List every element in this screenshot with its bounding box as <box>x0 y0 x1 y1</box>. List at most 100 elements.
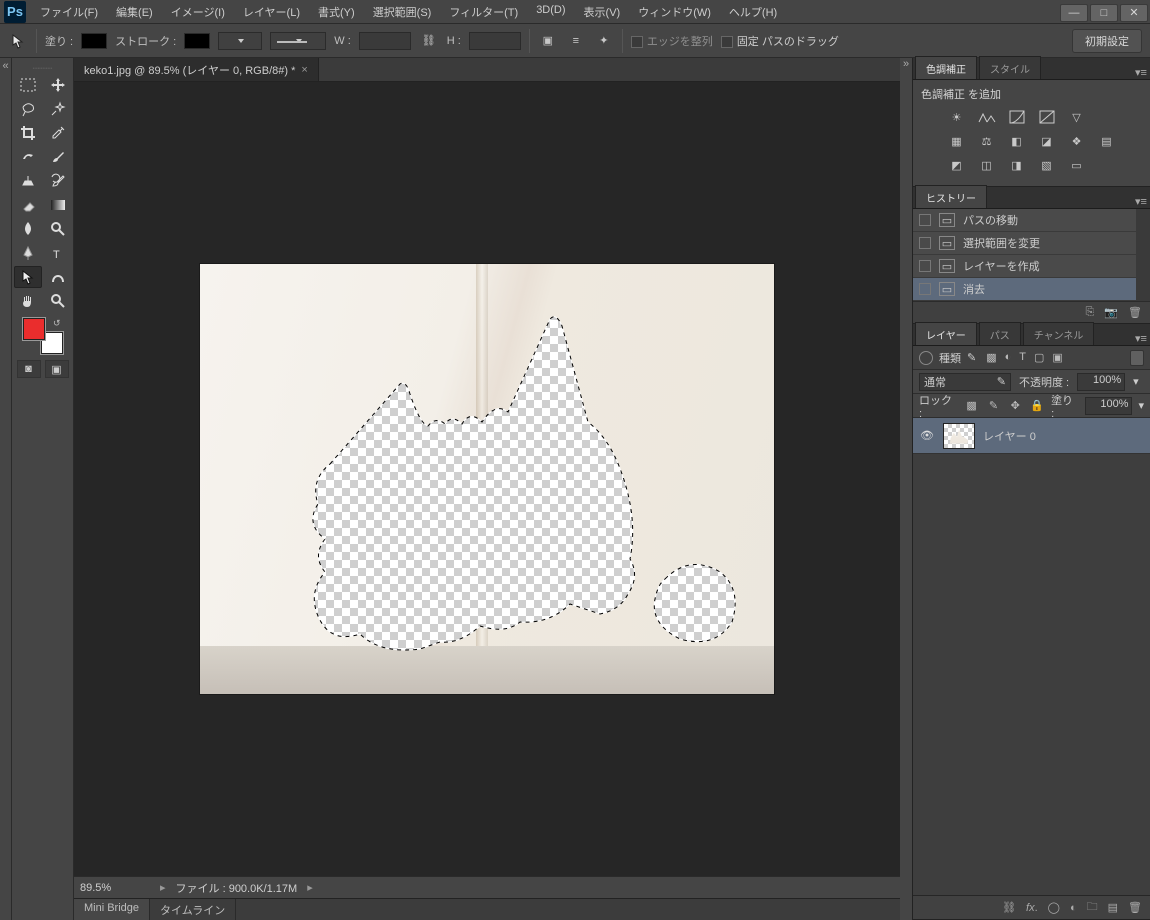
history-item[interactable]: ▭消去 <box>913 278 1136 301</box>
filter-shape-icon[interactable]: ▢ <box>1034 351 1044 364</box>
path-arrange-icon[interactable]: ✦ <box>594 31 614 51</box>
adj-gradient-map-icon[interactable]: ▭ <box>1066 156 1088 174</box>
history-scrollbar[interactable] <box>1136 209 1150 301</box>
menu-3d[interactable]: 3D(D) <box>528 1 573 23</box>
adj-posterize-icon[interactable]: ◫ <box>976 156 998 174</box>
blend-mode-select[interactable]: 通常✎ <box>919 373 1011 391</box>
tab-adjustments[interactable]: 色調補正 <box>915 56 977 79</box>
panel-menu-icon[interactable]: ▾≡ <box>1132 195 1150 208</box>
tool-dodge[interactable] <box>44 218 72 240</box>
filter-adjust-icon[interactable]: ◐ <box>1005 351 1012 364</box>
tool-shape[interactable] <box>44 266 72 288</box>
menu-layer[interactable]: レイヤー(L) <box>235 1 308 23</box>
panel-menu-icon[interactable]: ▾≡ <box>1132 332 1150 345</box>
history-new-doc-icon[interactable]: ⎘ <box>1086 306 1095 319</box>
tab-layers[interactable]: レイヤー <box>915 322 977 345</box>
lock-pixels-icon[interactable]: ✎ <box>986 398 1002 414</box>
adj-vibrance-icon[interactable]: ▽ <box>1066 108 1088 126</box>
new-group-icon[interactable]: 🗀 <box>1087 898 1098 917</box>
adj-threshold-icon[interactable]: ◨ <box>1006 156 1028 174</box>
link-wh-icon[interactable]: ⛓ <box>419 31 439 51</box>
tool-path-selection[interactable] <box>14 266 42 288</box>
lock-transparency-icon[interactable]: ▩ <box>964 398 980 414</box>
history-delete-icon[interactable]: 🗑 <box>1128 306 1142 319</box>
tool-blur[interactable] <box>14 218 42 240</box>
layer-filter-type-select[interactable]: 種類✎ <box>939 350 976 366</box>
tool-hand[interactable] <box>14 290 42 312</box>
foreground-color-swatch[interactable] <box>23 318 45 340</box>
tool-magic-wand[interactable] <box>44 98 72 120</box>
status-zoom-menu-icon[interactable]: ▸ <box>160 881 166 894</box>
adj-brightness-icon[interactable]: ☀ <box>946 108 968 126</box>
screen-mode-button[interactable]: ▣ <box>45 360 69 378</box>
adj-hue-sat-icon[interactable]: ▦ <box>946 132 968 150</box>
layer-name[interactable]: レイヤー 0 <box>983 428 1036 444</box>
tab-paths[interactable]: パス <box>979 322 1021 345</box>
menu-help[interactable]: ヘルプ(H) <box>721 1 785 23</box>
tool-crop[interactable] <box>14 122 42 144</box>
menu-select[interactable]: 選択範囲(S) <box>365 1 440 23</box>
path-ops-overlap-icon[interactable]: ▣ <box>538 31 558 51</box>
adj-exposure-icon[interactable] <box>1036 108 1058 126</box>
history-item[interactable]: ▭パスの移動 <box>913 209 1136 232</box>
history-item[interactable]: ▭レイヤーを作成 <box>913 255 1136 278</box>
status-info-menu-icon[interactable]: ▸ <box>307 881 313 894</box>
layer-thumbnail[interactable] <box>943 423 975 449</box>
tool-zoom[interactable] <box>44 290 72 312</box>
path-align-icon[interactable]: ≡ <box>566 31 586 51</box>
panel-menu-icon[interactable]: ▾≡ <box>1132 66 1150 79</box>
swap-colors-icon[interactable]: ↺ <box>53 318 61 329</box>
delete-layer-icon[interactable]: 🗑 <box>1128 901 1142 914</box>
link-layers-icon[interactable]: ⛓ <box>1002 901 1016 914</box>
expand-panels-arrow-icon[interactable]: » <box>900 58 912 76</box>
canvas[interactable] <box>200 264 774 694</box>
filter-type-icon[interactable]: T <box>1019 351 1026 364</box>
shape-width-input[interactable] <box>359 32 411 50</box>
stroke-width-dropdown[interactable] <box>218 32 262 50</box>
tab-mini-bridge[interactable]: Mini Bridge <box>74 899 150 920</box>
align-edges-checkbox[interactable]: エッジを整列 <box>631 33 713 49</box>
constrain-path-drag-checkbox[interactable]: 固定 パスのドラッグ <box>721 33 839 49</box>
tab-timeline[interactable]: タイムライン <box>150 899 236 920</box>
status-zoom[interactable]: 89.5% <box>80 882 150 894</box>
tool-clone-stamp[interactable] <box>14 170 42 192</box>
adj-photo-filter-icon[interactable]: ◪ <box>1036 132 1058 150</box>
adj-color-balance-icon[interactable]: ⚖ <box>976 132 998 150</box>
layer-filter-toggle[interactable] <box>1130 350 1144 366</box>
adj-color-lookup-icon[interactable]: ▤ <box>1096 132 1118 150</box>
menu-file[interactable]: ファイル(F) <box>32 1 106 23</box>
tool-brush[interactable] <box>44 146 72 168</box>
collapse-toolbox-arrow-icon[interactable]: « <box>0 60 11 78</box>
window-close-button[interactable]: ✕ <box>1120 4 1148 22</box>
history-snapshot-icon[interactable]: 📷 <box>1104 306 1118 319</box>
fill-swatch[interactable] <box>81 33 107 49</box>
document-tab-close-icon[interactable]: × <box>301 64 307 76</box>
toolbox-grip[interactable]: ┈┈┈ <box>14 62 71 74</box>
tab-styles[interactable]: スタイル <box>979 56 1041 79</box>
tool-eyedropper[interactable] <box>44 122 72 144</box>
canvas-viewport[interactable] <box>74 82 900 876</box>
reset-options-button[interactable]: 初期設定 <box>1072 29 1142 53</box>
menu-view[interactable]: 表示(V) <box>576 1 629 23</box>
menu-filter[interactable]: フィルター(T) <box>441 1 526 23</box>
tool-eraser[interactable] <box>14 194 42 216</box>
tool-rect-marquee[interactable] <box>14 74 42 96</box>
layer-fx-icon[interactable]: fx. <box>1026 902 1038 914</box>
adj-channel-mixer-icon[interactable]: ❖ <box>1066 132 1088 150</box>
new-adjustment-layer-icon[interactable]: ◐ <box>1070 902 1077 914</box>
adj-bw-icon[interactable]: ◧ <box>1006 132 1028 150</box>
fill-opacity-dropdown-icon[interactable]: ▾ <box>1138 399 1144 412</box>
tool-move[interactable] <box>44 74 72 96</box>
tool-history-brush[interactable] <box>44 170 72 192</box>
menu-type[interactable]: 書式(Y) <box>310 1 363 23</box>
window-maximize-button[interactable]: □ <box>1090 4 1118 22</box>
history-item[interactable]: ▭選択範囲を変更 <box>913 232 1136 255</box>
document-tab[interactable]: keko1.jpg @ 89.5% (レイヤー 0, RGB/8#) * × <box>74 58 319 81</box>
stroke-swatch[interactable] <box>184 33 210 49</box>
adj-curves-icon[interactable] <box>1006 108 1028 126</box>
shape-height-input[interactable] <box>469 32 521 50</box>
tool-gradient[interactable] <box>44 194 72 216</box>
layer-visibility-icon[interactable]: 👁 <box>919 429 935 442</box>
layer-row[interactable]: 👁 レイヤー 0 <box>913 418 1150 454</box>
adj-selective-color-icon[interactable]: ▧ <box>1036 156 1058 174</box>
